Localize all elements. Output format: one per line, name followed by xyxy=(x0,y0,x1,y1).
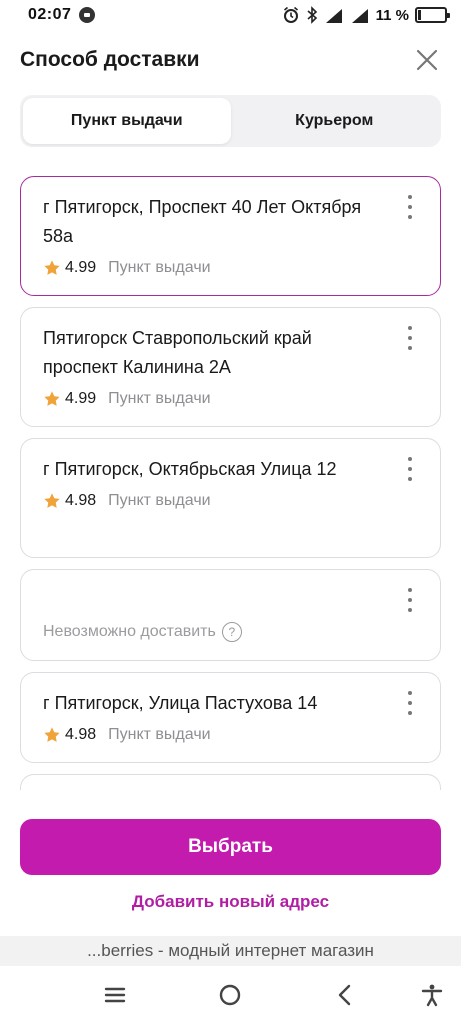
signal-icon xyxy=(324,7,344,23)
pickup-point-meta: 4.99 Пункт выдачи xyxy=(43,259,390,277)
pickup-point-rating: 4.99 xyxy=(65,259,97,276)
unavailable-notice: Невозможно доставить ? xyxy=(43,622,242,642)
pickup-point-card[interactable]: Пятигорск Ставропольский край проспект К… xyxy=(20,307,441,427)
pickup-point-list[interactable]: г Пятигорск, Проспект 40 Лет Октября 58а… xyxy=(20,176,441,790)
star-icon xyxy=(44,727,60,742)
add-address-link[interactable]: Добавить новый адрес xyxy=(0,892,461,912)
alarm-icon xyxy=(282,6,300,24)
page-title: Способ доставки xyxy=(20,48,200,71)
battery-percent: 11 % xyxy=(375,6,409,24)
battery-icon xyxy=(415,7,450,23)
system-nav-bar xyxy=(0,966,461,1024)
screen: 02:07 11 % Способ доставки Пункт выдачи … xyxy=(0,0,461,1024)
pickup-point-address: Пятигорск Ставропольский край проспект К… xyxy=(43,328,312,377)
browser-title-bar: ...berries - модный интернет магазин xyxy=(0,936,461,966)
signal-4g-icon xyxy=(350,7,370,23)
pickup-point-card[interactable] xyxy=(20,774,441,790)
pickup-point-address: г Пятигорск, Улица Пастухова 14 xyxy=(43,693,318,713)
accessibility-icon[interactable] xyxy=(417,980,447,1010)
unavailable-text: Невозможно доставить xyxy=(43,623,216,640)
pickup-point-rating: 4.99 xyxy=(65,390,97,407)
tab-courier[interactable]: Курьером xyxy=(231,98,439,144)
close-button[interactable] xyxy=(413,46,441,74)
help-icon[interactable]: ? xyxy=(221,622,242,642)
more-options-icon[interactable] xyxy=(402,195,418,219)
sheet-header: Способ доставки xyxy=(20,40,441,80)
star-icon xyxy=(44,391,60,406)
status-right: 11 % xyxy=(282,6,450,24)
pickup-point-meta: 4.99 Пункт выдачи xyxy=(43,390,390,408)
status-bar: 02:07 11 % xyxy=(0,0,461,30)
pickup-point-rating: 4.98 xyxy=(65,726,97,743)
more-options-icon[interactable] xyxy=(402,457,418,481)
pickup-point-address: г Пятигорск, Проспект 40 Лет Октября 58а xyxy=(43,197,362,246)
pickup-point-type: Пункт выдачи xyxy=(108,492,211,509)
more-options-icon[interactable] xyxy=(402,691,418,715)
pickup-point-meta: 4.98 Пункт выдачи xyxy=(43,726,390,744)
bluetooth-icon xyxy=(306,6,318,24)
pickup-point-card[interactable]: г Пятигорск, Проспект 40 Лет Октября 58а… xyxy=(20,176,441,296)
pickup-point-rating: 4.98 xyxy=(65,492,97,509)
pickup-point-address: г Пятигорск, Октябрьская Улица 12 xyxy=(43,459,337,479)
menu-icon[interactable] xyxy=(100,980,130,1010)
pickup-point-type: Пункт выдачи xyxy=(108,390,211,407)
pickup-point-card[interactable]: г Пятигорск, Улица Пастухова 14 4.98 Пун… xyxy=(20,672,441,763)
pickup-point-type: Пункт выдачи xyxy=(108,259,211,276)
status-time: 02:07 xyxy=(28,6,72,23)
back-icon[interactable] xyxy=(330,980,360,1010)
pickup-point-type: Пункт выдачи xyxy=(108,726,211,743)
pickup-point-card[interactable]: г Пятигорск, Октябрьская Улица 12 4.98 П… xyxy=(20,438,441,558)
tab-pickup-point[interactable]: Пункт выдачи xyxy=(23,98,231,144)
star-icon xyxy=(44,493,60,508)
close-icon xyxy=(416,49,438,71)
more-options-icon[interactable] xyxy=(402,326,418,350)
more-options-icon[interactable] xyxy=(402,588,418,612)
star-icon xyxy=(44,260,60,275)
home-icon[interactable] xyxy=(215,980,245,1010)
select-button[interactable]: Выбрать xyxy=(20,819,441,875)
delivery-method-tabs: Пункт выдачи Курьером xyxy=(20,95,441,147)
pickup-point-card-unavailable[interactable]: Невозможно доставить ? xyxy=(20,569,441,661)
pickup-point-meta: 4.98 Пункт выдачи xyxy=(43,492,390,510)
browser-title: ...berries - модный интернет магазин xyxy=(87,941,374,960)
notification-icon xyxy=(79,7,96,23)
